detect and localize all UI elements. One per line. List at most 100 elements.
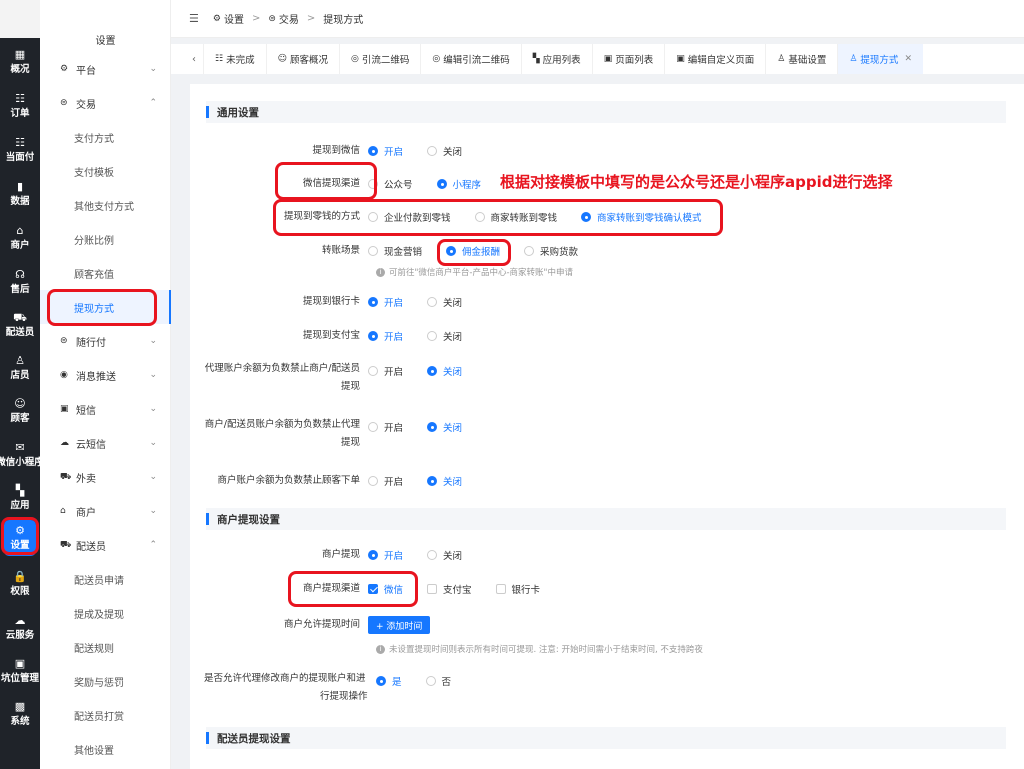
submenu-recharge[interactable]: 顾客充值 — [40, 256, 171, 290]
submenu-platform[interactable]: ⚙ 平台 ⌄ — [40, 52, 171, 86]
submenu-pay-template[interactable]: 支付模板 — [40, 154, 171, 188]
radio-scene-commission[interactable]: 佣金报酬 — [446, 244, 500, 258]
submenu-pay-along[interactable]: ⊜ 随行付 ⌄ — [40, 324, 171, 358]
submenu-rider-apply[interactable]: 配送员申请 — [40, 562, 171, 596]
rail-item-merchant[interactable]: ⌂ 商户 — [0, 218, 40, 258]
submenu-cloud-sms[interactable]: ☁ 云短信 ⌄ — [40, 426, 171, 460]
radio-merchant-transfer-confirm[interactable]: 商家转账到零钱确认模式 — [581, 210, 702, 224]
submenu-sms[interactable]: ▣ 短信 ⌄ — [40, 392, 171, 426]
rail-item-apps[interactable]: ▚ 应用 — [0, 478, 40, 518]
chevron-down-icon: ⌄ — [149, 506, 157, 516]
radio-agent-neg-on[interactable]: 开启 — [368, 364, 403, 378]
gear-icon: ⚙ — [15, 523, 25, 537]
radio-merchant-transfer[interactable]: 商家转账到零钱 — [474, 210, 557, 224]
checkbox-channel-alipay[interactable]: 支付宝 — [427, 582, 472, 596]
row-merchant-negative: 商户/配送员账户余额为负数禁止代理 提现 开启 关闭 — [204, 419, 463, 448]
tab-bar: ‹ ☷ 未完成 ☺ 顾客概况 ◎ 引流二维码 ◎ 编辑引流二维码 ▚ 应用列表 ▣ 页面列表… — [171, 44, 1024, 74]
submenu-merchant[interactable]: ⌂ 商户 ⌄ — [40, 494, 171, 528]
tab-edit-page[interactable]: ▣ 编辑自定义页面 — [664, 44, 765, 74]
checkbox-channel-bank[interactable]: 银行卡 — [495, 582, 540, 596]
submenu-rider-reward[interactable]: 奖励与惩罚 — [40, 664, 171, 698]
radio-merchant-neg-on[interactable]: 开启 — [368, 420, 403, 434]
radio-bank-off[interactable]: 关闭 — [427, 295, 462, 309]
rail-item-cloud[interactable]: ☁ 云服务 — [0, 608, 40, 648]
radio-agent-neg-off[interactable]: 关闭 — [427, 364, 462, 378]
radio-channel-mini[interactable]: 小程序 — [436, 177, 481, 191]
scooter-icon: ⛟ — [60, 471, 72, 482]
submenu-takeout[interactable]: ⛟ 外卖 ⌄ — [40, 460, 171, 494]
radio-order-neg-on[interactable]: 开启 — [368, 474, 403, 488]
radio-bank-on[interactable]: 开启 — [368, 295, 403, 309]
time-hint: i 未设置提现时间则表示所有时间可提现. 注意: 开始时间需小于结束时间, 不支持… — [376, 643, 703, 655]
add-time-button[interactable]: + 添加时间 — [368, 616, 431, 634]
rail-item-overview[interactable]: ▦ 概况 — [0, 42, 40, 82]
radio-alipay-on[interactable]: 开启 — [368, 329, 403, 343]
chevron-down-icon: ⌄ — [149, 438, 157, 448]
page-icon: ▣ — [676, 54, 685, 64]
rail-item-orders[interactable]: ☷ 订单 — [0, 86, 40, 126]
rail-item-clerk[interactable]: ♙ 店员 — [0, 348, 40, 388]
radio-agent-modify-no[interactable]: 否 — [425, 674, 451, 688]
row-merchant-order: 商户账户余额为负数禁止顾客下单 开启 关闭 — [217, 474, 463, 488]
row-merchant-withdraw: 商户提现 开启 关闭 — [321, 548, 463, 562]
rail-item-mini-program[interactable]: ✉ 微信小程序 — [0, 435, 44, 475]
radio-agent-modify-yes[interactable]: 是 — [376, 674, 402, 688]
tab-withdraw-method[interactable]: ♙ 提现方式 ✕ — [837, 44, 923, 74]
chevron-up-icon: ⌃ — [149, 540, 157, 550]
submenu-withdraw-method[interactable]: 提现方式 — [40, 290, 171, 324]
radio-enterprise-pay[interactable]: 企业付款到零钱 — [368, 210, 451, 224]
smile-icon: ☺ — [277, 54, 287, 64]
rail-item-face-pay[interactable]: ☷ 当面付 — [0, 130, 40, 170]
submenu-msg-push[interactable]: ◉ 消息推送 ⌄ — [40, 358, 171, 392]
menu-fold-icon[interactable]: ☰ — [189, 12, 199, 25]
close-icon[interactable]: ✕ — [904, 54, 912, 64]
chevron-left-icon[interactable]: ‹ — [185, 54, 203, 65]
rail-item-after-sale[interactable]: ☊ 售后 — [0, 262, 40, 302]
tab-customer-overview[interactable]: ☺ 顾客概况 — [265, 44, 339, 74]
row-withdraw-bank: 提现到银行卡 开启 关闭 — [302, 295, 463, 309]
submenu-rider-tip[interactable]: 配送员打赏 — [40, 698, 171, 732]
tab-edit-qrcode[interactable]: ◎ 编辑引流二维码 — [420, 44, 520, 74]
transfer-hint: i 可前往"微信商户平台-产品中心-商家转账"中申请 — [376, 266, 573, 278]
breadcrumb-item[interactable]: 交易 — [279, 11, 299, 26]
radio-merchant-withdraw-off[interactable]: 关闭 — [427, 548, 462, 562]
tab-app-list[interactable]: ▚ 应用列表 — [520, 44, 592, 74]
section-rider: 配送员提现设置 — [206, 727, 1006, 749]
submenu-trade[interactable]: ⊜ 交易 ⌃ — [40, 86, 171, 120]
rail-item-slot-manage[interactable]: ▣ 坑位管理 — [0, 651, 40, 691]
breadcrumb-item[interactable]: 设置 — [224, 11, 244, 26]
radio-order-neg-off[interactable]: 关闭 — [427, 474, 462, 488]
rail-item-system[interactable]: ▩ 系统 — [0, 694, 40, 734]
radio-channel-official[interactable]: 公众号 — [368, 177, 413, 191]
radio-merchant-withdraw-on[interactable]: 开启 — [368, 548, 403, 562]
submenu-rider-rules[interactable]: 配送规则 — [40, 630, 171, 664]
row-merchant-time: 商户允许提现时间 + 添加时间 — [190, 616, 1024, 634]
rail-item-settings[interactable]: ⚙ 设置 — [0, 518, 40, 558]
radio-scene-purchase[interactable]: 采购货款 — [524, 244, 578, 258]
radio-wechat-off[interactable]: 关闭 — [427, 144, 462, 158]
radio-wechat-on[interactable]: 开启 — [368, 144, 403, 158]
rail-item-rider[interactable]: ⛟ 配送员 — [0, 305, 40, 345]
submenu-pay-method[interactable]: 支付方式 — [40, 120, 171, 154]
checkbox-channel-wechat[interactable]: 微信 — [368, 582, 403, 596]
rail-item-customer[interactable]: ☺ 顾客 — [0, 391, 40, 431]
submenu-rider-other[interactable]: 其他设置 — [40, 732, 171, 766]
submenu-rider-commission[interactable]: 提成及提现 — [40, 596, 171, 630]
tab-unfinished[interactable]: ☷ 未完成 — [203, 44, 266, 74]
truck-icon: ⛟ — [13, 310, 27, 324]
radio-scene-cash[interactable]: 现金营销 — [368, 244, 422, 258]
row-transfer-scene: 转账场景 现金营销 佣金报酬 采购货款 — [321, 244, 579, 258]
headset-icon: ☊ — [15, 267, 25, 281]
radio-alipay-off[interactable]: 关闭 — [427, 329, 462, 343]
rail-item-permission[interactable]: 🔒 权限 — [0, 564, 40, 604]
tab-page-list[interactable]: ▣ 页面列表 — [591, 44, 665, 74]
submenu-split-ratio[interactable]: 分账比例 — [40, 222, 171, 256]
tab-qrcode[interactable]: ◎ 引流二维码 — [339, 44, 420, 74]
tab-basic-settings[interactable]: ♙ 基础设置 — [765, 44, 837, 74]
rail-item-data[interactable]: ▮ 数据 — [0, 174, 40, 214]
submenu-rider[interactable]: ⛟ 配送员 ⌃ — [40, 528, 171, 562]
qrcode-icon: ◎ — [432, 54, 441, 64]
radio-merchant-neg-off[interactable]: 关闭 — [427, 420, 462, 434]
annotation-text: 根据对接模板中填写的是公众号还是小程序appid进行选择 — [500, 173, 893, 191]
submenu-other-pay[interactable]: 其他支付方式 — [40, 188, 171, 222]
